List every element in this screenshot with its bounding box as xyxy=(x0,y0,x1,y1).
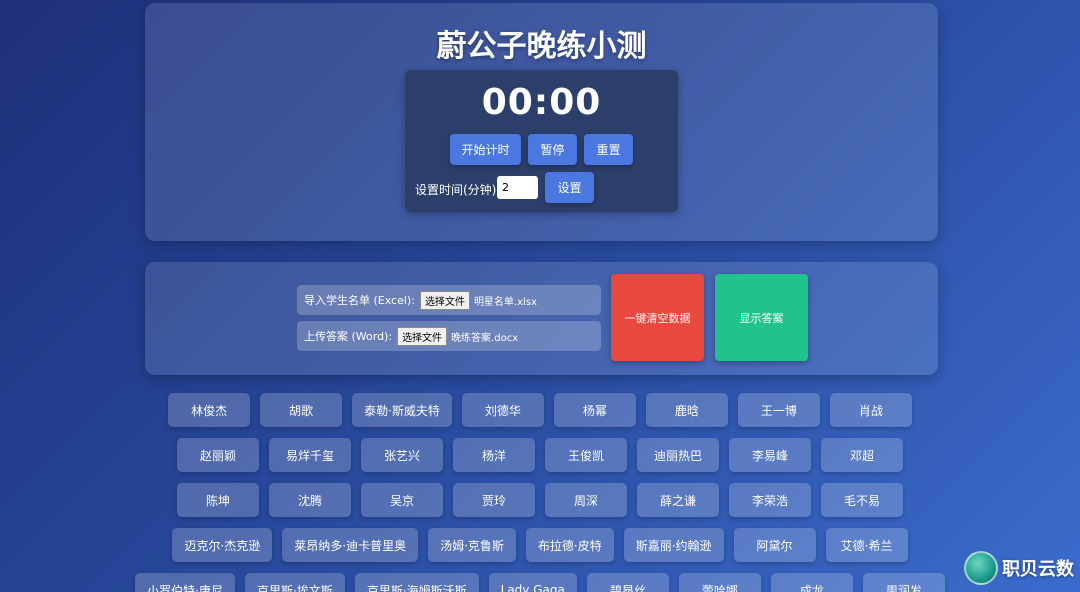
student-name-chip[interactable]: 斯嘉丽·约翰逊 xyxy=(623,528,724,562)
student-name-chip[interactable]: 王一博 xyxy=(737,393,820,427)
student-name-chip[interactable]: 鹿晗 xyxy=(645,393,728,427)
word-upload-row: 上传答案 (Word): 选择文件 晚练答案.docx xyxy=(297,321,601,351)
student-name-chip[interactable]: 吴京 xyxy=(361,483,443,517)
student-name-chip[interactable]: 莱昂纳多·迪卡普里奥 xyxy=(282,528,419,562)
student-name-chip[interactable]: Lady Gaga xyxy=(488,573,577,592)
logo-text: 职贝云数 xyxy=(1002,559,1074,580)
show-answer-button[interactable]: 显示答案 xyxy=(715,274,808,361)
watermark-logo: 职贝云数 xyxy=(964,550,1074,586)
student-name-chip[interactable]: 杨幂 xyxy=(553,393,636,427)
student-name-chip[interactable]: 泰勒·斯威夫特 xyxy=(352,393,452,427)
student-name-chip[interactable]: 小罗伯特·唐尼 xyxy=(135,573,235,592)
student-name-chip[interactable]: 周润发 xyxy=(862,573,945,592)
student-name-chip[interactable]: 蕾哈娜 xyxy=(678,573,761,592)
student-name-chip[interactable]: 张艺兴 xyxy=(361,438,443,472)
upload-panel: 导入学生名单 (Excel): 选择文件 明星名单.xlsx 上传答案 (Wor… xyxy=(145,262,938,375)
student-name-chip[interactable]: 胡歌 xyxy=(260,393,343,427)
student-name-chip[interactable]: 李荣浩 xyxy=(729,483,811,517)
student-name-chip[interactable]: 杨洋 xyxy=(453,438,535,472)
word-file-name: 晚练答案.docx xyxy=(451,332,519,344)
logo-icon xyxy=(964,551,998,585)
student-name-chip[interactable]: 阿黛尔 xyxy=(733,528,816,562)
student-name-chip[interactable]: 易烊千玺 xyxy=(269,438,351,472)
timer-box: 00:00 开始计时 暂停 重置 设置时间(分钟): 设置 xyxy=(405,70,678,212)
student-name-chip[interactable]: 林俊杰 xyxy=(168,393,251,427)
word-upload-label: 上传答案 (Word): xyxy=(304,330,393,343)
student-name-chip[interactable]: 克里斯·埃文斯 xyxy=(244,573,345,592)
excel-file-name: 明星名单.xlsx xyxy=(473,296,537,308)
names-row-4: 迈克尔·杰克逊 莱昂纳多·迪卡普里奥 汤姆·克鲁斯 布拉德·皮特 斯嘉丽·约翰逊 阿黛尔艾… xyxy=(0,528,1080,562)
student-name-chip[interactable]: 肖战 xyxy=(829,393,912,427)
student-name-chip[interactable]: 迪丽热巴 xyxy=(637,438,719,472)
student-name-chip[interactable]: 艾德·希兰 xyxy=(825,528,908,562)
student-name-chip[interactable]: 汤姆·克鲁斯 xyxy=(428,528,516,562)
student-name-chip[interactable]: 刘德华 xyxy=(461,393,544,427)
timer-display: 00:00 xyxy=(481,82,602,123)
student-name-chip[interactable]: 成龙 xyxy=(770,573,853,592)
pause-button[interactable]: 暂停 xyxy=(528,134,577,165)
student-name-chip[interactable]: 王俊凯 xyxy=(545,438,627,472)
page-title: 蔚公子晚练小测 xyxy=(436,29,647,64)
student-name-chip[interactable]: 沈腾 xyxy=(269,483,351,517)
set-time-label: 设置时间(分钟): xyxy=(415,183,501,197)
minutes-input[interactable] xyxy=(497,176,538,199)
student-name-chip[interactable]: 陈坤 xyxy=(177,483,259,517)
student-name-chip[interactable]: 李易峰 xyxy=(729,438,811,472)
timer-panel: 蔚公子晚练小测 00:00 开始计时 暂停 重置 设置时间(分钟): 设置 xyxy=(145,3,938,241)
student-name-chip[interactable]: 毛不易 xyxy=(821,483,903,517)
student-name-chip[interactable]: 周深 xyxy=(545,483,627,517)
names-row-1: 林俊杰 胡歌 泰勒·斯威夫特 刘德华 杨幂 鹿晗 王一博 肖战 xyxy=(0,393,1080,427)
student-name-chip[interactable]: 布拉德·皮特 xyxy=(525,528,614,562)
student-name-chip[interactable]: 邓超 xyxy=(821,438,903,472)
excel-upload-label: 导入学生名单 (Excel): xyxy=(304,294,415,307)
names-row-2: 赵丽颖 易烊千玺 张艺兴 杨洋 王俊凯 迪丽热巴 李易峰 邓超 xyxy=(0,438,1080,472)
student-name-chip[interactable]: 碧昂丝 xyxy=(586,573,669,592)
excel-choose-file-button[interactable]: 选择文件 xyxy=(419,290,470,310)
start-timer-button[interactable]: 开始计时 xyxy=(450,134,521,165)
clear-data-button[interactable]: 一键清空数据 xyxy=(611,274,704,361)
names-row-5: 小罗伯特·唐尼 克里斯·埃文斯 克里斯·海姆斯沃斯 Lady Gaga 碧昂丝 蕾哈娜 成龙… xyxy=(0,573,1080,592)
student-name-chip[interactable]: 贾玲 xyxy=(453,483,535,517)
word-choose-file-button[interactable]: 选择文件 xyxy=(397,326,448,346)
student-name-chip[interactable]: 迈克尔·杰克逊 xyxy=(172,528,273,562)
student-name-chip[interactable]: 克里斯·海姆斯沃斯 xyxy=(354,573,479,592)
excel-upload-row: 导入学生名单 (Excel): 选择文件 明星名单.xlsx xyxy=(297,285,601,315)
student-name-chip[interactable]: 赵丽颖 xyxy=(177,438,259,472)
set-time-button[interactable]: 设置 xyxy=(545,172,594,203)
student-name-chip[interactable]: 薛之谦 xyxy=(637,483,719,517)
names-row-3: 陈坤 沈腾 吴京 贾玲 周深 薛之谦 李荣浩 毛不易 xyxy=(0,483,1080,517)
reset-button[interactable]: 重置 xyxy=(584,134,633,165)
